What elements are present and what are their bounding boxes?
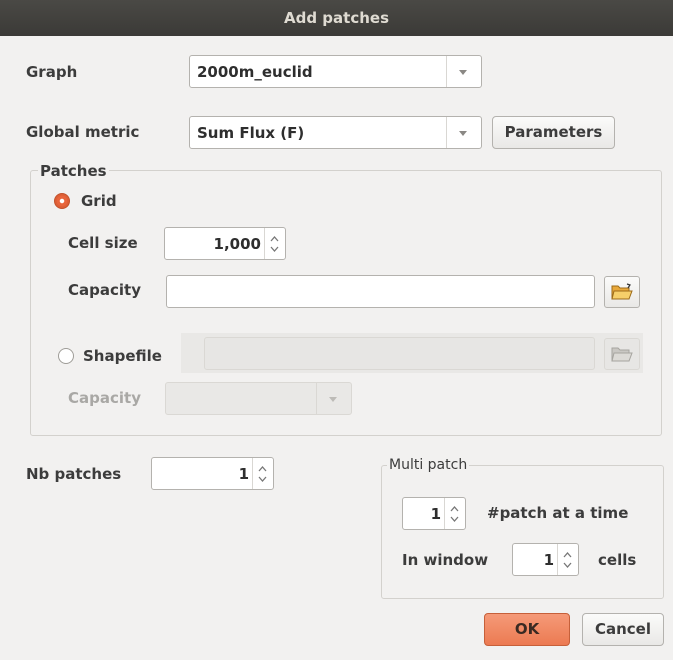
shapefile-browse-button [604,338,640,370]
cell-size-spinbox[interactable]: 1,000 [164,227,286,260]
cancel-button[interactable]: Cancel [582,613,664,646]
capacity-label: Capacity [68,281,141,299]
spin-up-icon [270,236,279,242]
cell-size-value: 1,000 [213,235,261,253]
nb-patches-value: 1 [238,465,249,483]
global-metric-combobox[interactable]: Sum Flux (F) [189,116,482,149]
folder-open-icon [611,347,633,362]
spin-down-icon [270,246,279,252]
capacity-input[interactable] [166,275,595,308]
graph-combobox[interactable]: 2000m_euclid [189,55,482,88]
shapefile-capacity-combobox [165,382,352,415]
spin-up-icon [258,466,267,472]
global-metric-value: Sum Flux (F) [197,124,305,142]
spin-up-icon [450,506,459,512]
grid-radio-label[interactable]: Grid [81,191,117,211]
cell-size-label: Cell size [68,234,138,252]
spin-down-icon [258,476,267,482]
chevron-down-icon[interactable] [446,56,481,87]
dialog-titlebar: Add patches [0,0,673,36]
multi-patch-group-title: Multi patch [387,455,470,475]
graph-label: Graph [26,63,78,81]
dialog-title: Add patches [283,9,389,27]
global-metric-label: Global metric [26,123,140,141]
spin-arrows[interactable] [252,458,273,489]
chevron-down-icon[interactable] [446,117,481,148]
nb-patches-spinbox[interactable]: 1 [151,457,274,490]
capacity-browse-button[interactable] [604,276,640,308]
patch-at-time-spinbox[interactable]: 1 [402,497,466,530]
spin-arrows[interactable] [557,544,578,575]
in-window-value: 1 [543,551,554,569]
patches-group-title: Patches [38,161,109,181]
grid-radio[interactable] [54,193,70,209]
spin-down-icon [450,516,459,522]
chevron-down-icon [316,383,351,414]
spin-down-icon [563,562,572,568]
folder-open-icon [611,283,633,300]
in-window-spinbox[interactable]: 1 [512,543,579,576]
patch-at-time-value: 1 [430,505,441,523]
in-window-label: In window [402,551,489,569]
ok-button[interactable]: OK [484,613,570,646]
nb-patches-label: Nb patches [26,465,122,483]
spin-arrows[interactable] [264,228,285,259]
patch-at-time-label: #patch at a time [487,504,629,522]
shapefile-path-input [204,337,595,370]
multi-patch-group [381,465,664,599]
shapefile-capacity-label: Capacity [68,389,141,407]
shapefile-radio[interactable] [58,348,74,364]
spin-arrows[interactable] [444,498,465,529]
parameters-button[interactable]: Parameters [492,116,615,149]
in-window-unit: cells [598,551,637,569]
graph-value: 2000m_euclid [197,63,313,81]
shapefile-radio-label[interactable]: Shapefile [83,346,162,366]
spin-up-icon [563,552,572,558]
